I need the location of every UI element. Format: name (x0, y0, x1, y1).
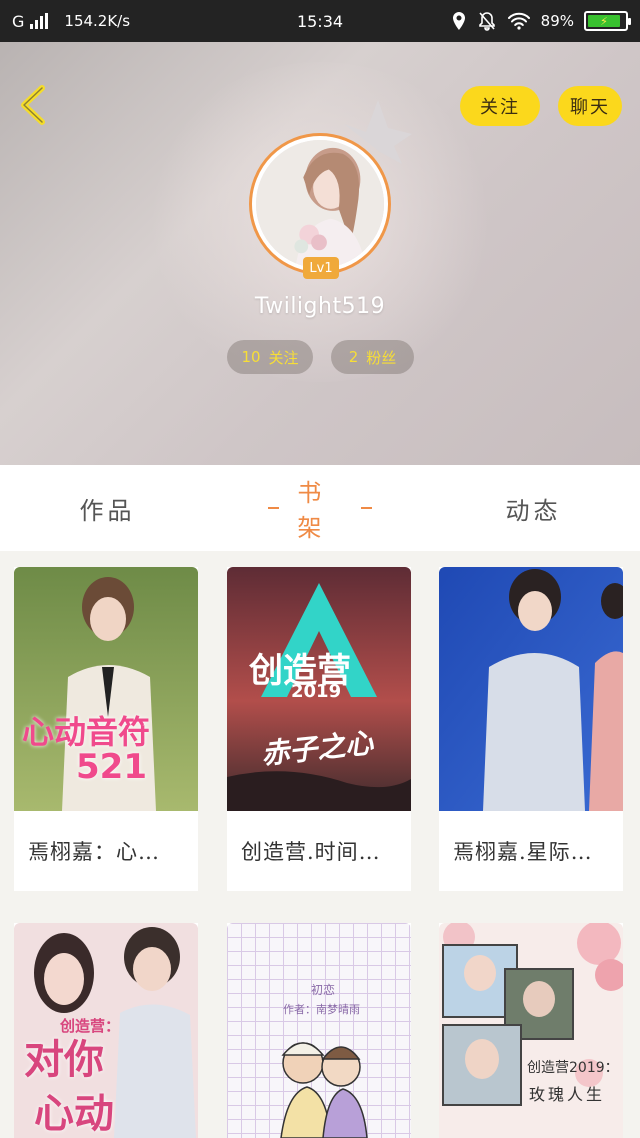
back-button[interactable] (14, 82, 54, 128)
mute-bell-icon (478, 12, 495, 31)
book-title: 焉栩嘉：心… (28, 840, 160, 864)
book-title: 创造营.时间… (241, 840, 381, 864)
battery-icon: ⚡ (584, 11, 631, 31)
book-card[interactable]: 初恋 作者：南梦晴雨 (227, 923, 411, 1138)
cover-subtitle: 心动 (34, 1091, 114, 1137)
book-cover: 初恋 作者：南梦晴雨 (227, 923, 411, 1138)
active-indicator-right (360, 507, 372, 509)
fans-label: 粉丝 (366, 348, 397, 367)
following-stat[interactable]: 10 关注 (227, 340, 313, 374)
follow-button[interactable]: 关注 (460, 86, 540, 126)
cover-title: 对你 (24, 1037, 104, 1083)
book-cover (439, 567, 623, 811)
fans-count: 2 (348, 348, 359, 366)
location-icon (452, 12, 465, 30)
book-card[interactable]: 心动音符 521 焉栩嘉：心… (14, 567, 198, 891)
book-card[interactable]: 焉栩嘉.星际… (439, 567, 623, 891)
status-left: G 154.2K/s (12, 12, 130, 31)
status-bar: G 154.2K/s 15:34 89% ⚡ (0, 0, 640, 42)
chat-button[interactable]: 聊天 (558, 86, 622, 126)
avatar[interactable] (249, 133, 391, 275)
level-badge: Lv1 (303, 257, 339, 279)
book-card[interactable]: 创造营2019： 玫瑰人生 (439, 923, 623, 1138)
cover-year: 2019 (291, 681, 342, 702)
book-cover: 创造营： 对你 心动 (14, 923, 198, 1138)
tab-feed[interactable]: 动态 (486, 465, 581, 551)
book-card[interactable]: 创造营： 对你 心动 (14, 923, 198, 1138)
tab-bookshelf[interactable]: 书架 (250, 465, 390, 551)
network-speed: 154.2K/s (64, 12, 131, 30)
book-cover: 创造营2019： 玫瑰人生 (439, 923, 623, 1138)
book-title: 焉栩嘉.星际… (453, 840, 593, 864)
book-cover: 创造营 2019 赤子之心 (227, 567, 411, 811)
profile-tabs: 作品 书架 动态 (0, 465, 640, 551)
fans-stat[interactable]: 2 粉丝 (331, 340, 414, 374)
battery-percent: 89% (540, 12, 574, 30)
tab-bookshelf-label: 书架 (297, 479, 326, 542)
username: Twilight519 (254, 294, 386, 319)
cover-author: 作者：南梦晴雨 (283, 1003, 360, 1016)
wifi-icon (507, 12, 530, 30)
book-card[interactable]: 创造营 2019 赤子之心 创造营.时间… (227, 567, 411, 891)
cover-title: 初恋 (311, 983, 336, 997)
chevron-left-icon (21, 85, 45, 125)
network-type: G (12, 11, 25, 31)
signal-icon (30, 13, 49, 29)
cover-subtitle: 玫瑰人生 (529, 1085, 606, 1104)
tab-works[interactable]: 作品 (60, 465, 155, 551)
book-cover: 心动音符 521 (14, 567, 198, 811)
following-count: 10 (241, 348, 261, 366)
following-label: 关注 (268, 348, 299, 367)
profile-header: 关注 聊天 Lv1 Twilight519 10 关注 2 粉丝 (0, 42, 640, 465)
avatar-image (256, 140, 384, 268)
active-indicator-left (268, 507, 280, 509)
cover-title: 创造营2019： (527, 1060, 619, 1076)
cover-subtitle: 521 (76, 747, 147, 787)
status-right: 89% ⚡ (451, 11, 631, 31)
